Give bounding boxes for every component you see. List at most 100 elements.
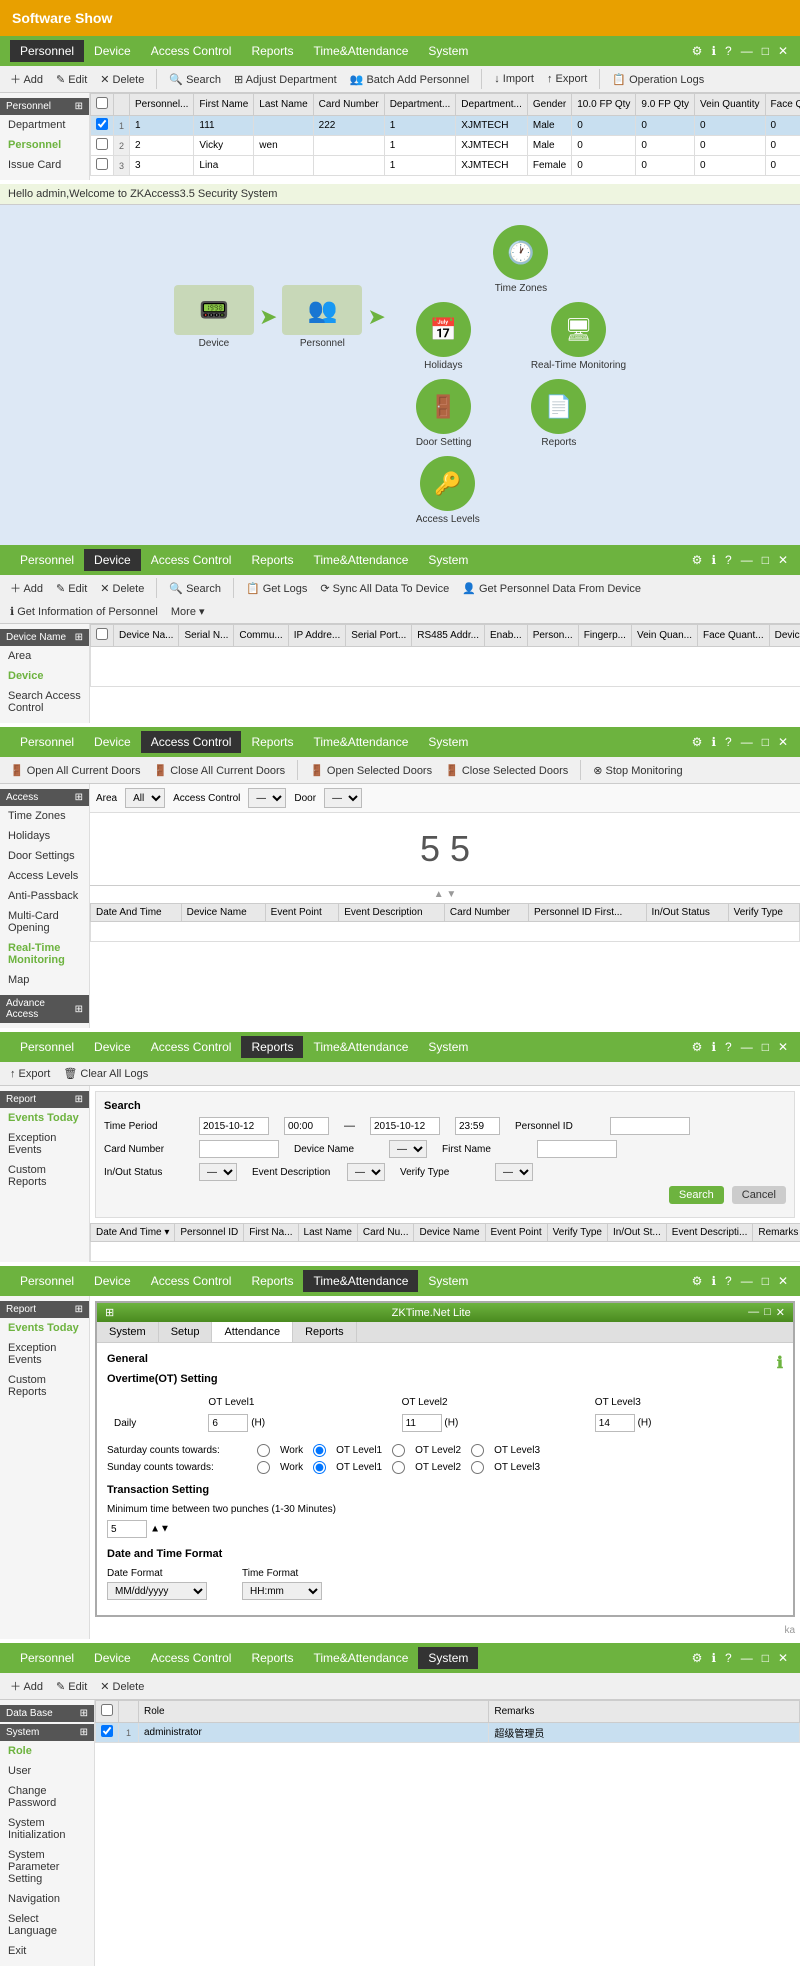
sun-work-radio[interactable] [257,1461,270,1474]
row-checkbox[interactable] [96,158,108,170]
export-btn[interactable]: ↑ Export [6,1066,54,1082]
minimize-icon[interactable]: — [739,1038,755,1056]
import-btn[interactable]: ↓ Import [490,71,538,87]
settings-icon[interactable]: ⚙ [690,1272,705,1290]
database-sidebar-header[interactable]: Data Base ⊞ [0,1705,94,1722]
minimize-icon[interactable]: — [739,1272,755,1290]
nav-access-control[interactable]: Access Control [141,40,242,62]
personnel-sidebar-header[interactable]: Personnel ⊞ [0,98,89,115]
sat-ot2-radio[interactable] [392,1444,405,1457]
maximize-icon[interactable]: □ [760,1272,771,1290]
min-time-input[interactable] [107,1520,147,1538]
nav-personnel[interactable]: Personnel [10,1270,84,1292]
nav-ta[interactable]: Time&Attendance [303,40,418,62]
table-row[interactable]: 3 3 Lina 1 XJMTECH Female 0 0 0 0 [91,156,800,176]
get-personnel-btn[interactable]: 👤 Get Personnel Data From Device [458,580,645,597]
device-name-select[interactable]: — [389,1140,427,1158]
nav-system[interactable]: System [418,1036,478,1058]
sidebar-item-area[interactable]: Area [0,646,89,666]
sidebar-item-exception[interactable]: Exception Events [0,1338,89,1370]
operation-logs-btn[interactable]: 📋 Operation Logs [608,71,708,88]
first-name-input[interactable] [537,1140,617,1158]
nav-system[interactable]: System [418,1270,478,1292]
nav-device[interactable]: Device [84,1036,141,1058]
cancel-btn[interactable]: Cancel [732,1186,786,1204]
add-btn[interactable]: ＋ Add [6,1676,47,1696]
close-icon[interactable]: ✕ [776,733,790,751]
get-logs-btn[interactable]: 📋 Get Logs [242,580,311,597]
sun-ot2-radio[interactable] [392,1461,405,1474]
date-format-select[interactable]: MM/dd/yyyy [107,1582,207,1600]
close-icon[interactable]: ✕ [776,1038,790,1056]
time-format-select[interactable]: HH:mm [242,1582,322,1600]
ta-nav-setup[interactable]: Setup [159,1322,213,1342]
delete-btn[interactable]: ✕ Delete [96,1678,148,1695]
search-submit-btn[interactable]: Search [669,1186,724,1204]
help-icon[interactable]: ? [723,1649,734,1667]
nav-access-control[interactable]: Access Control [141,1036,242,1058]
maximize-icon[interactable]: □ [760,551,771,569]
nav-access-control[interactable]: Access Control [141,1270,242,1292]
nav-device[interactable]: Device [84,1270,141,1292]
add-btn[interactable]: ＋ Add [6,578,47,598]
help-icon[interactable]: ? [723,1038,734,1056]
edit-btn[interactable]: ✎ Edit [52,71,91,88]
settings-icon[interactable]: ⚙ [690,1649,705,1667]
close-icon[interactable]: ✕ [776,1272,790,1290]
delete-btn[interactable]: ✕ Delete [96,580,148,597]
select-all-checkbox[interactable] [101,1704,113,1716]
device-sidebar-header[interactable]: Device Name ⊞ [0,629,89,646]
help-icon[interactable]: ? [723,1272,734,1290]
sidebar-item-access-levels[interactable]: Access Levels [0,866,89,886]
sun-ot3-radio[interactable] [471,1461,484,1474]
sidebar-item-param-setting[interactable]: System Parameter Setting [0,1845,94,1889]
sun-ot1-radio[interactable] [313,1461,326,1474]
personnel-id-input[interactable] [610,1117,690,1135]
sidebar-item-custom[interactable]: Custom Reports [0,1370,89,1402]
table-row[interactable]: 1 administrator 超级管理员 [96,1723,800,1743]
open-selected-btn[interactable]: 🚪 Open Selected Doors [306,762,436,779]
search-btn[interactable]: 🔍 Search [165,71,225,88]
close-icon[interactable]: ✕ [776,1649,790,1667]
nav-reports[interactable]: Reports [241,549,303,571]
help-icon[interactable]: ? [723,42,734,60]
nav-access-control[interactable]: Access Control [141,1647,242,1669]
daily-ot3-input[interactable] [595,1414,635,1432]
minimize-icon[interactable]: — [739,1649,755,1667]
nav-personnel[interactable]: Personnel [10,1647,84,1669]
table-row[interactable]: 1 1 111 222 1 XJMTECH Male 0 0 0 0 [91,116,800,136]
sidebar-item-issue-card[interactable]: Issue Card [0,155,89,175]
minimize-icon[interactable]: — [739,42,755,60]
close-icon[interactable]: ✕ [776,42,790,60]
close-icon[interactable]: ✕ [776,551,790,569]
time-to-input[interactable] [455,1117,500,1135]
search-btn[interactable]: 🔍 Search [165,580,225,597]
table-row[interactable]: 2 2 Vicky wen 1 XJMTECH Male 0 0 0 0 [91,136,800,156]
date-from-input[interactable] [199,1117,269,1135]
get-info-btn[interactable]: ℹ Get Information of Personnel [6,603,162,620]
maximize-icon[interactable]: □ [760,1038,771,1056]
sidebar-item-timezones[interactable]: Time Zones [0,806,89,826]
maximize-icon[interactable]: □ [760,42,771,60]
report-sidebar-header[interactable]: Report ⊞ [0,1091,89,1108]
info-icon[interactable]: ℹ [709,42,718,60]
access-sidebar-header[interactable]: Access ⊞ [0,789,89,806]
sidebar-item-exception[interactable]: Exception Events [0,1128,89,1160]
advance-sidebar-header[interactable]: Advance Access ⊞ [0,995,89,1023]
event-desc-select[interactable]: — [347,1163,385,1181]
export-btn[interactable]: ↑ Export [543,71,591,87]
settings-icon[interactable]: ⚙ [690,1038,705,1056]
ta-nav-attendance[interactable]: Attendance [212,1322,293,1342]
nav-device[interactable]: Device [84,549,141,571]
area-select[interactable]: All [125,788,165,808]
nav-system[interactable]: System [418,40,478,62]
info-icon[interactable]: ℹ [709,733,718,751]
batch-add-btn[interactable]: 👥 Batch Add Personnel [346,71,474,88]
clear-logs-btn[interactable]: 🗑 Clear All Logs [59,1065,152,1082]
sidebar-item-device[interactable]: Device [0,666,89,686]
inout-select[interactable]: — [199,1163,237,1181]
sidebar-item-realtime[interactable]: Real-Time Monitoring [0,938,89,970]
verify-type-select[interactable]: — [495,1163,533,1181]
nav-personnel[interactable]: Personnel [10,1036,84,1058]
open-all-doors-btn[interactable]: 🚪 Open All Current Doors [6,762,144,779]
